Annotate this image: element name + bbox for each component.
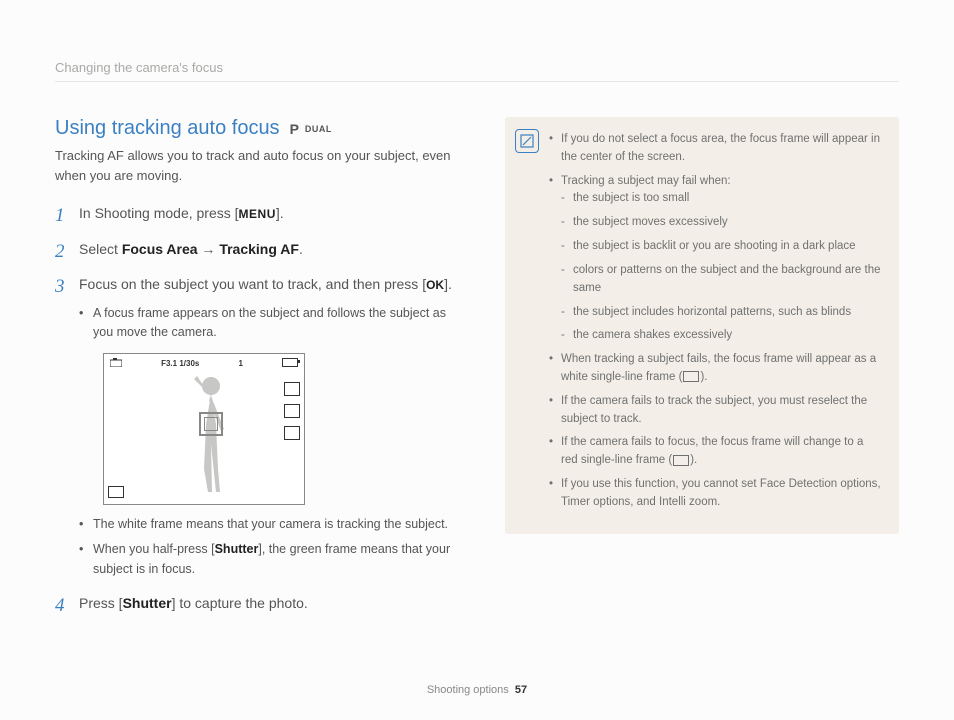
shutter-label: Shutter <box>215 542 259 556</box>
focus-area-label: Focus Area <box>122 241 198 257</box>
mode-p-icon: P <box>290 121 299 137</box>
focus-frame-icon <box>199 412 223 436</box>
note-subitem: the subject is backlit or you are shooti… <box>561 238 883 256</box>
lcd-frame-count: 1 <box>238 358 242 371</box>
quality-icon <box>284 382 300 396</box>
step-2: Select Focus Area → Tracking AF. <box>55 239 465 261</box>
camera-icon <box>110 358 122 371</box>
camera-lcd-preview: F3.1 1/30s 1 <box>103 353 305 505</box>
lcd-readout: F3.1 1/30s <box>161 358 199 371</box>
page-footer: Shooting options 57 <box>0 684 954 696</box>
breadcrumb: Changing the camera's focus <box>55 60 899 82</box>
step-1: In Shooting mode, press [MENU]. <box>55 203 465 225</box>
note-item: If you do not select a focus area, the f… <box>549 131 883 167</box>
shutter-label-2: Shutter <box>123 595 172 611</box>
note-item: If the camera fails to track the subject… <box>549 393 883 429</box>
note-item: If the camera fails to focus, the focus … <box>549 434 883 470</box>
step3-sub1: A focus frame appears on the subject and… <box>79 304 465 343</box>
footer-section: Shooting options <box>427 684 509 696</box>
note-subitem: the subject includes horizontal patterns… <box>561 304 883 322</box>
step3-sub3: When you half-press [Shutter], the green… <box>79 540 465 579</box>
tracking-af-label: Tracking AF <box>219 241 299 257</box>
note-item: If you use this function, you cannot set… <box>549 476 883 512</box>
flash-icon <box>284 404 300 418</box>
note-panel: If you do not select a focus area, the f… <box>505 117 899 534</box>
title-text: Using tracking auto focus <box>55 117 280 140</box>
step3-sub2: The white frame means that your camera i… <box>79 515 465 534</box>
note-subitem: colors or patterns on the subject and th… <box>561 262 883 298</box>
step-4: Press [Shutter] to capture the photo. <box>55 593 465 615</box>
note-item: When tracking a subject fails, the focus… <box>549 351 883 387</box>
mode-dual-icon: DUAL <box>305 124 332 134</box>
stabilizer-icon <box>284 426 300 440</box>
left-column: Using tracking auto focus P DUAL Trackin… <box>55 117 465 629</box>
ok-button-label: OK <box>426 278 444 292</box>
right-column: If you do not select a focus area, the f… <box>505 117 899 629</box>
page-title: Using tracking auto focus P DUAL <box>55 117 465 140</box>
menu-button-label: MENU <box>239 207 276 221</box>
white-frame-icon <box>683 371 699 382</box>
step-3: Focus on the subject you want to track, … <box>55 274 465 579</box>
note-subitem: the camera shakes excessively <box>561 327 883 345</box>
red-frame-icon <box>673 455 689 466</box>
note-subitem: the subject is too small <box>561 190 883 208</box>
mode-icon <box>108 486 124 498</box>
page-number: 57 <box>515 684 527 696</box>
intro-text: Tracking AF allows you to track and auto… <box>55 146 465 185</box>
battery-icon <box>282 358 298 367</box>
note-icon <box>515 129 539 153</box>
note-subitem: the subject moves excessively <box>561 214 883 232</box>
note-item: Tracking a subject may fail when: the su… <box>549 173 883 346</box>
